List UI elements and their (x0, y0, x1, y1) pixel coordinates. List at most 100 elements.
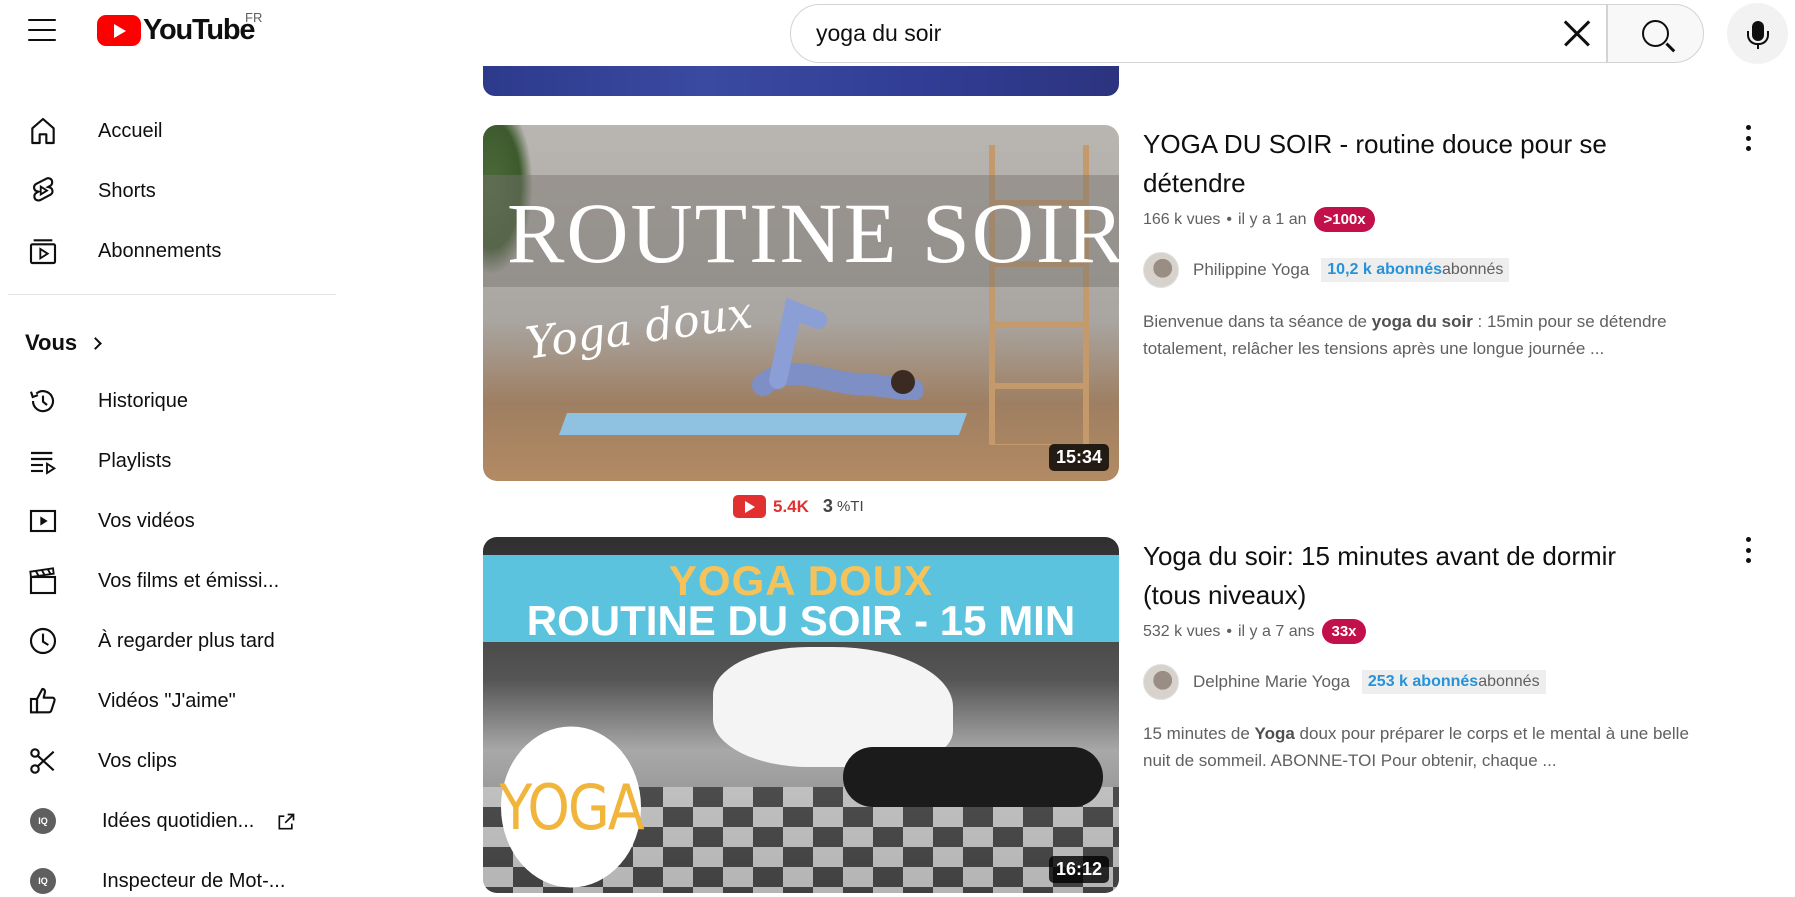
upload-age: il y a 7 ans (1238, 622, 1315, 640)
thumbnail-yoga-badge: YOGA (499, 726, 645, 888)
subscriber-count: 253 k abonnésabonnés (1361, 670, 1546, 694)
subscriber-word: abonnés (1442, 261, 1504, 278)
home-icon (26, 114, 60, 148)
thumbnail-title: ROUTINE SOIR (507, 185, 1119, 281)
country-code: FR (245, 10, 263, 25)
view-count: 166 k vues (1143, 210, 1221, 228)
youtube-play-icon (97, 14, 141, 46)
video-duration: 16:12 (1048, 856, 1109, 883)
extension-iq-icon: IQ (26, 864, 60, 897)
subscriber-word: abonnés (1478, 673, 1540, 690)
sidebar-you-header[interactable]: Vous (25, 330, 103, 356)
thumbnail-person-legs (843, 747, 1103, 807)
iq-badge: IQ (30, 868, 56, 894)
outlier-badge: 33x (1322, 619, 1366, 644)
you-label: Vous (25, 330, 78, 355)
subscriber-count: 10,2 k abonnésabonnés (1321, 258, 1510, 282)
logo-text: YouTube (143, 13, 256, 46)
chevron-right-icon (89, 336, 103, 350)
menu-icon[interactable] (28, 19, 56, 41)
video-thumbnail[interactable]: YOGA DOUX ROUTINE DU SOIR - 15 MIN YOGA … (483, 537, 1119, 893)
stat-unit: %TI (836, 498, 864, 515)
video-duration: 15:34 (1048, 444, 1109, 471)
video-description: Bienvenue dans ta séance de yoga du soir… (1143, 312, 1667, 358)
sidebar-item-label: Accueil (98, 119, 163, 142)
channel-row[interactable]: Delphine Marie Yoga 253 k abonnésabonnés (1143, 664, 1743, 700)
video-info: Yoga du soir: 15 minutes avant de dormir… (1143, 537, 1743, 774)
channel-avatar[interactable] (1143, 664, 1179, 700)
extension-iq-icon: IQ (26, 804, 60, 838)
clips-icon (26, 744, 60, 778)
more-options-icon[interactable] (1744, 125, 1752, 151)
sidebar-item-label: Vos films et émissi... (98, 569, 280, 592)
history-icon (26, 384, 60, 418)
video-title[interactable]: YOGA DU SOIR - routine douce pour se dét… (1143, 125, 1643, 203)
sidebar-item-label: Inspecteur de Mot-... (102, 869, 286, 892)
meta-separator: • (1226, 622, 1232, 640)
video-info: YOGA DU SOIR - routine douce pour se dét… (1143, 125, 1743, 362)
sidebar-divider (8, 294, 336, 295)
sidebar-item-label: Abonnements (98, 239, 222, 262)
video-meta: 166 k vues • il y a 1 an >100x (1143, 207, 1743, 232)
sidebar-item-watch-later[interactable]: À regarder plus tard (0, 615, 335, 667)
thumbnail-title-line2: ROUTINE DU SOIR - 15 MIN (526, 597, 1076, 644)
youtube-logo[interactable]: YouTube (97, 13, 256, 46)
video-stats-bar: 5.4K 3 %TI (733, 495, 864, 518)
sidebar-item-shorts[interactable]: Shorts (0, 165, 335, 217)
subscriber-count-value: 253 k abonnés (1367, 673, 1479, 690)
sidebar-item-label: Shorts (98, 179, 156, 202)
video-title[interactable]: Yoga du soir: 15 minutes avant de dormir… (1143, 537, 1643, 615)
microphone-icon (1746, 20, 1769, 49)
your-videos-icon (26, 504, 60, 538)
video-thumbnail[interactable]: ROUTINE SOIR Yoga doux 15:34 (483, 125, 1119, 481)
search-query[interactable]: yoga du soir (816, 20, 1548, 47)
thumbnail-script-text: Yoga doux (522, 287, 756, 370)
video-description: 15 minutes de Yoga doux pour préparer le… (1143, 724, 1689, 770)
sidebar-item-label: Vos vidéos (98, 509, 195, 532)
search-button[interactable] (1607, 4, 1704, 63)
voice-search-button[interactable] (1727, 3, 1788, 64)
search-input[interactable]: yoga du soir (790, 4, 1607, 63)
stat-number: 3 (822, 496, 833, 516)
sidebar-item-playlists[interactable]: Playlists (0, 435, 335, 487)
channel-name[interactable]: Delphine Marie Yoga (1193, 672, 1350, 692)
like-icon (26, 684, 60, 718)
sidebar-item-your-videos[interactable]: Vos vidéos (0, 495, 335, 547)
thumbnail-person (752, 297, 923, 400)
subscriber-count-value: 10,2 k abonnés (1327, 261, 1442, 278)
upload-age: il y a 1 an (1238, 210, 1307, 228)
sidebar-item-label: Idées quotidien... (102, 809, 255, 832)
iq-badge: IQ (30, 808, 56, 834)
sidebar-item-label: Playlists (98, 449, 172, 472)
channel-row[interactable]: Philippine Yoga 10,2 k abonnésabonnés (1143, 252, 1743, 288)
channel-avatar[interactable] (1143, 252, 1179, 288)
movies-icon (26, 564, 60, 598)
sidebar-item-home[interactable]: Accueil (0, 105, 335, 157)
sidebar-item-extension-daily-ideas[interactable]: IQ Idées quotidien... (0, 795, 335, 847)
clear-search-icon[interactable] (1548, 5, 1606, 62)
sidebar-item-history[interactable]: Historique (0, 375, 335, 427)
sidebar-item-label: Vos clips (98, 749, 177, 772)
sidebar-item-extension-keyword-inspector[interactable]: IQ Inspecteur de Mot-... (0, 855, 335, 897)
sidebar-item-liked-videos[interactable]: Vidéos "J'aime" (0, 675, 335, 727)
outlier-badge: >100x (1314, 207, 1375, 232)
stat-views: 5.4K (773, 496, 809, 516)
sidebar-item-subscriptions[interactable]: Abonnements (0, 225, 335, 277)
subscriptions-icon (26, 234, 60, 268)
sidebar-item-clips[interactable]: Vos clips (0, 735, 335, 787)
youtube-small-icon (733, 495, 766, 518)
thumbnail-yoga-mat (558, 413, 968, 435)
meta-separator: • (1226, 210, 1232, 228)
video-meta: 532 k vues • il y a 7 ans 33x (1143, 619, 1743, 644)
more-options-icon[interactable] (1744, 537, 1752, 563)
view-count: 532 k vues (1143, 622, 1221, 640)
sidebar-item-label: Vidéos "J'aime" (98, 689, 236, 712)
channel-name[interactable]: Philippine Yoga (1193, 260, 1309, 280)
sidebar-item-label: À regarder plus tard (98, 629, 275, 652)
watch-later-icon (26, 624, 60, 658)
sidebar-item-movies[interactable]: Vos films et émissi... (0, 555, 335, 607)
search-icon (1642, 20, 1669, 47)
sidebar-item-label: Historique (98, 389, 189, 412)
playlists-icon (26, 444, 60, 478)
previous-video-thumbnail[interactable] (483, 66, 1119, 96)
